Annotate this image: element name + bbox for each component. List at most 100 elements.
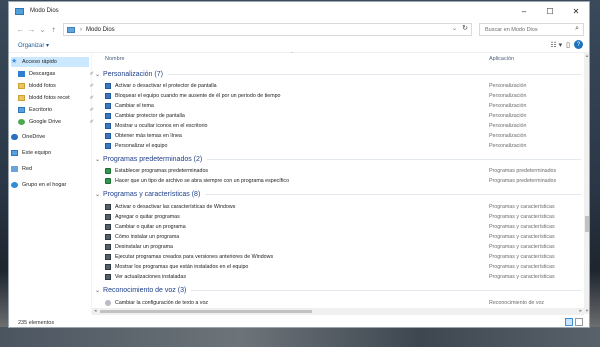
sidebar-item-onedrive[interactable]: OneDrive — [11, 132, 89, 142]
list-item[interactable]: Activar o desactivar las características… — [105, 202, 575, 212]
item-name: Obtener más temas en línea — [115, 133, 182, 139]
list-item[interactable]: Agregar o quitar programas Programas y ca… — [105, 212, 575, 222]
list-item[interactable]: Cambiar la configuración de texto a voz R… — [105, 298, 575, 308]
details-view-icon[interactable] — [565, 318, 573, 326]
sidebar-item-label: Google Drive — [29, 119, 62, 125]
back-arrow-icon[interactable]: ← — [15, 25, 26, 34]
group-header-reconocimiento-de-voz[interactable]: ⌄ Reconocimiento de voz (3) — [95, 285, 581, 296]
item-count: 235 elementos — [18, 319, 55, 326]
address-bar[interactable]: › Modo Dios ⌄ ↻ — [63, 23, 472, 36]
sidebar-item-escritorio[interactable]: Escritorio ✐ — [11, 105, 96, 115]
star-icon: ★ — [11, 58, 18, 65]
list-item[interactable]: Activar o desactivar el protector de pan… — [105, 81, 575, 91]
sidebar-item-blodd-fotos[interactable]: blodd fotos ✐ — [11, 81, 96, 91]
view-options-icon[interactable]: ☷ ▾ — [550, 41, 562, 49]
scroll-down-icon[interactable]: ▼ — [585, 308, 589, 313]
title-bar[interactable]: Modo Dios – ☐ ✕ — [9, 2, 589, 20]
programs-icon — [105, 204, 111, 210]
recent-locations-icon[interactable]: ⌄ — [37, 25, 48, 34]
address-dropdown-icon[interactable]: ⌄ — [452, 25, 457, 32]
vertical-scrollbar[interactable]: ▲ ▼ — [584, 52, 589, 314]
sidebar-item-grupo-en-el-hogar[interactable]: Grupo en el hogar — [11, 180, 89, 190]
column-header-name[interactable]: Nombre — [105, 56, 125, 66]
toolbar-right: ☷ ▾ ▯ ? — [550, 40, 583, 49]
item-application: Reconocimiento de voz — [489, 300, 545, 306]
list-item[interactable]: Cómo instalar un programa Programas y car… — [105, 232, 575, 242]
item-name: Mostrar u ocultar iconos en el escritori… — [115, 123, 208, 129]
item-application: Programas y características — [489, 224, 555, 230]
item-name: Cambiar el tema — [115, 103, 154, 109]
group-header-programas-y-caracteristicas[interactable]: ⌄ Programas y características (8) — [95, 189, 581, 200]
sidebar-item-google-drive[interactable]: Google Drive ✐ — [11, 117, 96, 127]
horizontal-scrollbar[interactable]: ◂ ▸ — [92, 308, 584, 315]
refresh-icon[interactable]: ↻ — [462, 24, 468, 32]
group-header-programas-predeterminados[interactable]: ⌄ Programas predeterminados (2) — [95, 154, 581, 165]
search-input[interactable]: Buscar en Modo Dios ⌕ — [479, 23, 584, 36]
file-list: Nombre ^ Aplicación ⌄ Personalización (7… — [92, 52, 583, 314]
list-item[interactable]: Cambiar protector de pantalla Personaliza… — [105, 111, 575, 121]
maximize-button[interactable]: ☐ — [537, 2, 563, 20]
search-icon[interactable]: ⌕ — [575, 25, 579, 33]
group-divider — [191, 290, 581, 291]
sidebar-item-acceso-rapido[interactable]: ★ Acceso rápido — [11, 57, 89, 67]
collapse-chevron-icon[interactable]: ⌄ — [95, 71, 100, 78]
minimize-button[interactable]: – — [511, 2, 537, 20]
group-divider — [205, 194, 581, 195]
sidebar-item-label: Este equipo — [22, 150, 52, 156]
list-item[interactable]: Bloquear el equipo cuando me ausente de … — [105, 91, 575, 101]
organize-button[interactable]: Organizar ▾ — [18, 42, 49, 49]
forward-arrow-icon[interactable]: → — [26, 25, 37, 34]
list-item[interactable]: Personalizar el equipo Personalización — [105, 141, 575, 151]
horizontal-scroll-thumb[interactable] — [100, 310, 312, 313]
desktop-icon — [18, 107, 25, 113]
sidebar-item-descargas[interactable]: Descargas ✐ — [11, 69, 96, 79]
item-name: Activar o desactivar el protector de pan… — [115, 83, 217, 89]
sidebar-item-este-equipo[interactable]: Este equipo — [11, 148, 89, 158]
sidebar-item-label: blodd fotos recet — [29, 95, 70, 101]
collapse-chevron-icon[interactable]: ⌄ — [95, 287, 100, 294]
sidebar-item-red[interactable]: Red — [11, 164, 89, 174]
up-arrow-icon[interactable]: ↑ — [48, 25, 59, 34]
list-item[interactable]: Obtener más temas en línea Personalizació… — [105, 131, 575, 141]
window-title: Modo Dios — [30, 8, 59, 14]
preview-pane-icon[interactable]: ▯ — [566, 41, 570, 49]
large-icons-view-icon[interactable] — [575, 318, 583, 326]
list-item[interactable]: Mostrar los programas que están instalad… — [105, 262, 575, 272]
scroll-left-icon[interactable]: ◂ — [94, 308, 97, 314]
list-item[interactable]: Cambiar el tema Personalización — [105, 101, 575, 111]
default-programs-icon — [105, 168, 111, 174]
programs-icon — [105, 274, 111, 280]
folder-icon — [18, 95, 25, 101]
column-header-application[interactable]: Aplicación — [489, 56, 514, 66]
breadcrumb-modo-dios[interactable]: Modo Dios — [86, 27, 115, 33]
list-item[interactable]: Desinstalar un programa Programas y carac… — [105, 242, 575, 252]
personalization-icon — [105, 123, 111, 129]
collapse-chevron-icon[interactable]: ⌄ — [95, 191, 100, 198]
homegroup-icon — [11, 182, 18, 188]
breadcrumb-separator[interactable]: › — [80, 27, 82, 33]
personalization-icon — [105, 103, 111, 109]
list-item[interactable]: Establecer programas predeterminados Prog… — [105, 166, 575, 176]
list-item[interactable]: Mostrar u ocultar iconos en el escritori… — [105, 121, 575, 131]
close-button[interactable]: ✕ — [563, 2, 589, 20]
item-name: Personalizar el equipo — [115, 143, 168, 149]
group-header-personalizacion[interactable]: ⌄ Personalización (7) — [95, 69, 581, 80]
item-application: Programas y características — [489, 234, 555, 240]
collapse-chevron-icon[interactable]: ⌄ — [95, 156, 100, 163]
help-icon[interactable]: ? — [574, 40, 583, 49]
scroll-up-icon[interactable]: ▲ — [585, 53, 589, 58]
item-application: Personalización — [489, 93, 527, 99]
list-item[interactable]: Ver actualizaciones instaladas Programas … — [105, 272, 575, 282]
list-item[interactable]: Ejecutar programas creados para versione… — [105, 252, 575, 262]
list-item[interactable]: Cambiar o quitar un programa Programas y … — [105, 222, 575, 232]
sidebar-item-blodd-fotos-recet[interactable]: blodd fotos recet ✐ — [11, 93, 96, 103]
list-item[interactable]: Hacer que un tipo de archivo se abra sie… — [105, 176, 575, 186]
command-bar: Organizar ▾ ☷ ▾ ▯ ? — [9, 39, 589, 53]
personalization-icon — [105, 93, 111, 99]
scroll-right-icon[interactable]: ▸ — [579, 308, 582, 314]
item-application: Programas y características — [489, 254, 555, 260]
item-name: Bloquear el equipo cuando me ausente de … — [115, 93, 281, 99]
vertical-scroll-thumb[interactable] — [585, 216, 589, 232]
item-application: Personalización — [489, 83, 527, 89]
navigation-bar: ← → ⌄ ↑ › Modo Dios ⌄ ↻ Buscar en Modo D… — [9, 20, 589, 39]
